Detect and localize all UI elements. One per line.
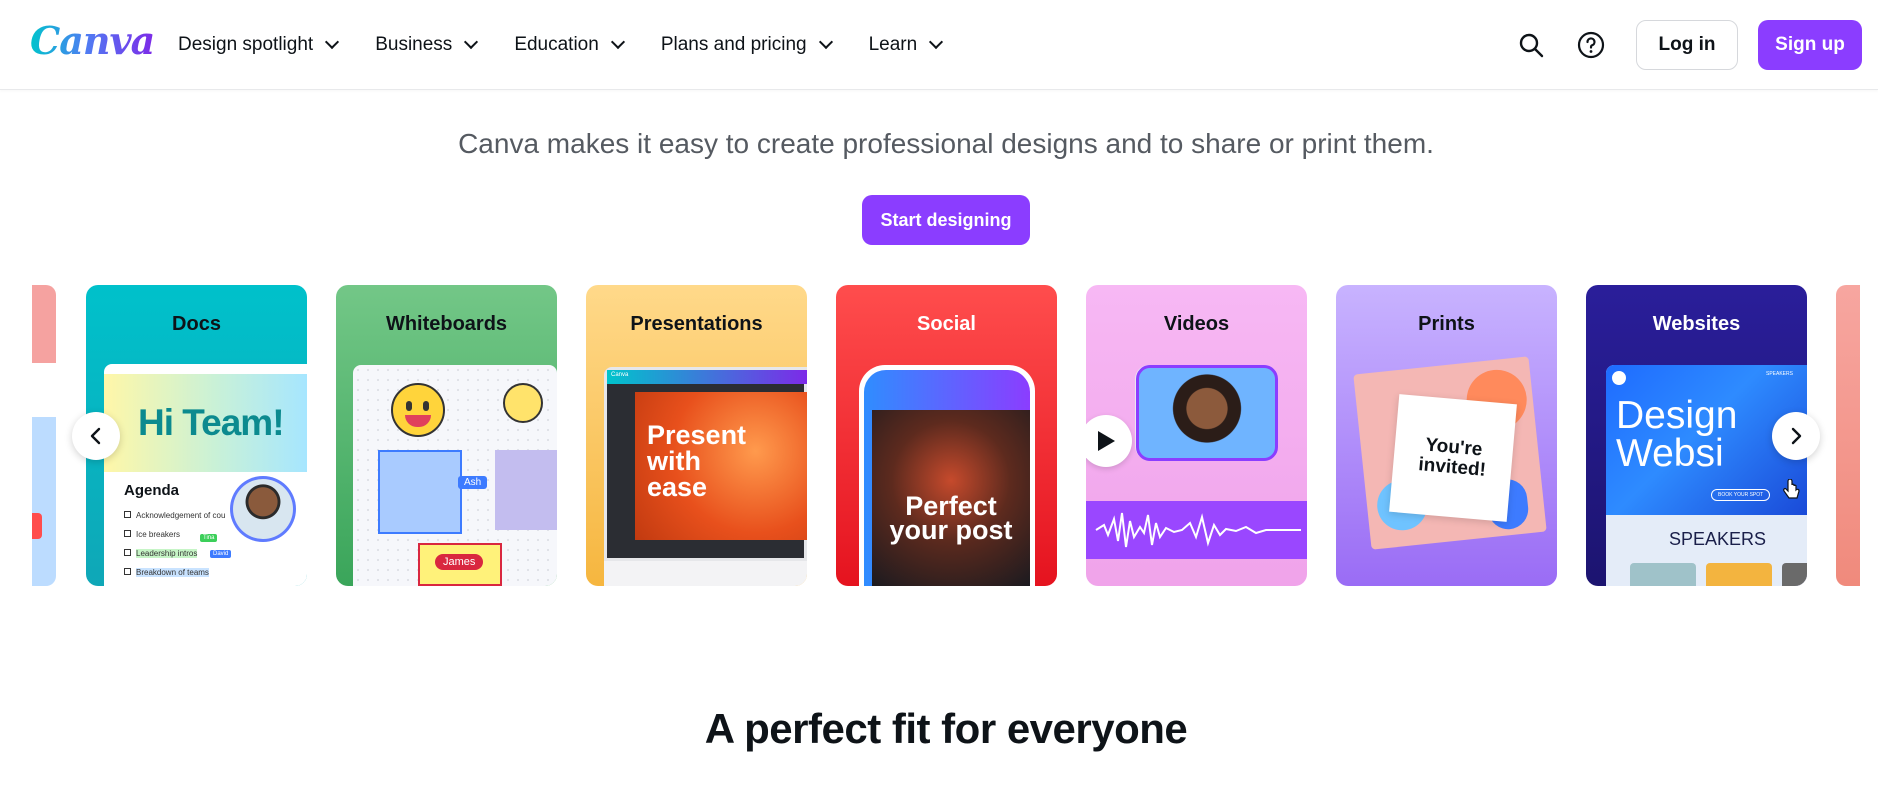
website-nav: SPEAKERS (1766, 371, 1793, 377)
agenda-item: Acknowledgement of cou (136, 511, 226, 520)
top-navigation-bar: Canva Design spotlight Business Educatio… (0, 0, 1878, 90)
chevron-right-icon (1791, 427, 1802, 445)
nav-learn[interactable]: Learn (868, 34, 944, 56)
presentation-preview: Canva Present with ease (604, 367, 807, 561)
collaborator-tag: Tina (200, 534, 218, 542)
doc-preview-title: Hi Team! (138, 402, 285, 443)
nav-label: Education (514, 34, 599, 55)
doc-preview: Hi Team! Agenda Acknowledgement of cou I… (104, 364, 307, 586)
carousel-next-button[interactable] (1772, 412, 1820, 460)
chevron-left-icon (90, 427, 101, 445)
agenda-item: Ice breakers (136, 530, 181, 539)
collaborator-tag: Ash (458, 476, 488, 489)
speakers-label: SPEAKERS (1668, 529, 1767, 549)
post-text: Perfect your post (889, 491, 1013, 545)
invite-card-front: You're invited! (1389, 394, 1517, 522)
audio-waveform (1086, 501, 1307, 559)
canva-logo[interactable]: Canva (30, 18, 155, 63)
card-label: Docs (172, 313, 221, 335)
hand-cursor-icon (1783, 478, 1801, 506)
lightbulb-sticker (503, 383, 543, 423)
start-designing-button[interactable]: Start designing (862, 195, 1030, 245)
sticky-note-blue (378, 450, 462, 534)
login-button[interactable]: Log in (1636, 20, 1738, 70)
card-prints[interactable]: Prints You're invited! (1336, 285, 1557, 586)
phone-preview: Perfect your post (859, 365, 1035, 586)
collaborator-tag: David (210, 550, 232, 558)
video-thumbnail (1136, 365, 1278, 461)
carousel-peek-right (1836, 285, 1860, 586)
card-whiteboards[interactable]: Whiteboards Ash James (336, 285, 557, 586)
nav-label: Design spotlight (178, 34, 314, 55)
card-social[interactable]: Social Perfect your post (836, 285, 1057, 586)
search-icon[interactable] (1514, 28, 1548, 62)
app-label: Canva (607, 370, 807, 384)
chevron-down-icon (610, 34, 625, 50)
card-presentations[interactable]: Presentations Canva Present with ease (586, 285, 807, 586)
help-icon[interactable] (1574, 28, 1608, 62)
sticky-note-purple (495, 450, 557, 530)
website-preview: SPEAKERS Design Websi BOOK YOUR SPOT SPE… (1606, 365, 1807, 586)
card-label: Social (917, 313, 976, 335)
play-button (1086, 415, 1132, 467)
laptop-base (604, 561, 807, 586)
chevron-down-icon (818, 34, 833, 50)
carousel-prev-button[interactable] (72, 412, 120, 460)
signup-button[interactable]: Sign up (1758, 20, 1862, 70)
chevron-down-icon (464, 34, 479, 50)
card-label: Presentations (630, 313, 763, 335)
design-type-carousel: Docs Hi Team! Agenda Acknowledgement of … (0, 285, 1878, 587)
chevron-down-icon (325, 34, 340, 50)
nav-education[interactable]: Education (514, 34, 625, 56)
nav-business[interactable]: Business (375, 34, 479, 56)
card-label: Videos (1163, 313, 1230, 335)
agenda-item: Breakdown of teams (136, 568, 209, 577)
agenda-title: Agenda (124, 482, 180, 499)
nav-design-spotlight[interactable]: Design spotlight (178, 34, 340, 56)
nav-label: Business (375, 34, 453, 55)
avatar (230, 476, 296, 542)
slide-text: Present with ease (647, 420, 747, 502)
smiley-sticker (391, 383, 445, 437)
card-label: Whiteboards (385, 313, 508, 335)
slide-canvas: Present with ease (635, 392, 807, 540)
invite-text: You're invited! (1417, 434, 1487, 481)
section-heading: A perfect fit for everyone (704, 705, 1188, 752)
nav-label: Learn (868, 34, 918, 55)
main-nav: Design spotlight Business Education Plan… (178, 0, 979, 90)
card-label: Prints (1418, 313, 1475, 335)
nav-plans-and-pricing[interactable]: Plans and pricing (660, 34, 833, 56)
whiteboard-preview: Ash James (353, 365, 557, 586)
nav-label: Plans and pricing (660, 34, 807, 55)
agenda-item: Leadership intros (136, 549, 198, 558)
agenda-list: Acknowledgement of cou Ice breakers Lead… (124, 506, 225, 582)
card-videos[interactable]: Videos (1086, 285, 1307, 586)
post-image: Perfect your post (872, 410, 1030, 586)
card-label: Websites (1652, 313, 1741, 335)
carousel-peek-left (32, 285, 56, 586)
hero-subtitle: Canva makes it easy to create profession… (458, 128, 1434, 159)
website-cta: BOOK YOUR SPOT (1711, 489, 1771, 501)
chevron-down-icon (929, 34, 944, 50)
collaborator-tag: James (435, 554, 484, 570)
